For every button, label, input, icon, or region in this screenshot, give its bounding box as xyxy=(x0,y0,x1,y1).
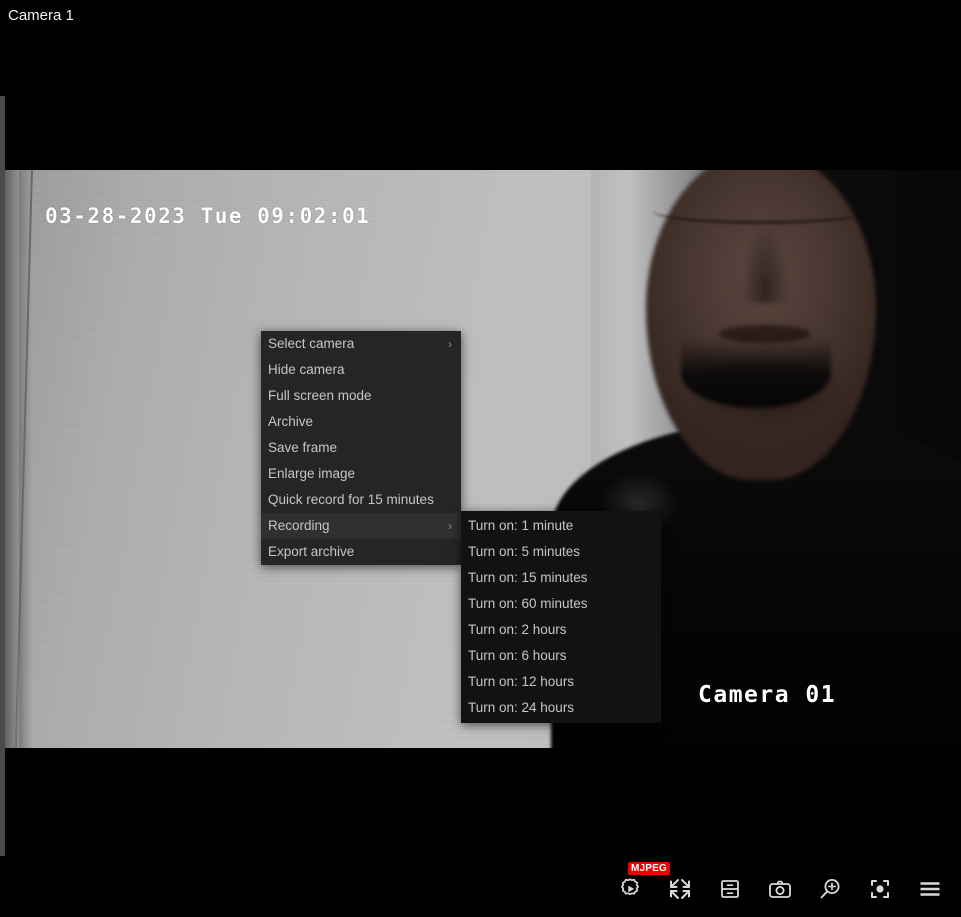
context-menu-item-label: Full screen mode xyxy=(268,388,372,403)
context-menu-item-label: Select camera xyxy=(268,336,355,351)
context-menu-item-recording[interactable]: Recording › xyxy=(261,513,461,539)
menu-button[interactable] xyxy=(915,874,945,904)
wall-jamb-band xyxy=(19,170,33,748)
subject-nose-shadow xyxy=(741,225,789,303)
stream-settings-button[interactable]: MJPEG xyxy=(615,861,671,904)
context-menu-item-hide-camera[interactable]: Hide camera xyxy=(261,357,461,383)
recording-submenu-item-6-hours[interactable]: Turn on: 6 hours xyxy=(461,643,661,669)
expand-arrows-icon xyxy=(670,878,690,899)
bottom-toolbar: MJPEG xyxy=(0,860,961,917)
page-title: Camera 1 xyxy=(0,0,961,32)
context-menu-item-label: Export archive xyxy=(268,544,355,559)
context-menu-item-full-screen-mode[interactable]: Full screen mode xyxy=(261,383,461,409)
context-menu-item-label: Recording xyxy=(268,518,330,533)
subject-collar xyxy=(681,338,831,408)
zoom-in-button[interactable] xyxy=(815,874,845,904)
recording-submenu-item-12-hours[interactable]: Turn on: 12 hours xyxy=(461,669,661,695)
context-menu[interactable]: Select camera › Hide camera Full screen … xyxy=(261,331,461,565)
recording-submenu[interactable]: Turn on: 1 minute Turn on: 5 minutes Tur… xyxy=(461,511,661,723)
chevron-right-icon: › xyxy=(448,519,452,533)
recording-submenu-item-60-minutes[interactable]: Turn on: 60 minutes xyxy=(461,591,661,617)
context-menu-item-label: Quick record for 15 minutes xyxy=(268,492,434,507)
video-timestamp-overlay: 03-28-2023 Tue 09:02:01 xyxy=(45,204,371,228)
context-menu-item-select-camera[interactable]: Select camera › xyxy=(261,331,461,357)
context-menu-item-archive[interactable]: Archive xyxy=(261,409,461,435)
stream-format-badge: MJPEG xyxy=(628,861,671,875)
context-menu-item-quick-record[interactable]: Quick record for 15 minutes xyxy=(261,487,461,513)
recording-submenu-item-1-minute[interactable]: Turn on: 1 minute xyxy=(461,513,661,539)
recording-submenu-item-24-hours[interactable]: Turn on: 24 hours xyxy=(461,695,661,721)
hamburger-icon xyxy=(920,881,940,896)
recording-submenu-item-2-hours[interactable]: Turn on: 2 hours xyxy=(461,617,661,643)
video-camera-label-overlay: Camera 01 xyxy=(698,682,837,708)
fullscreen-button[interactable] xyxy=(665,874,695,904)
focus-target-icon xyxy=(871,879,889,898)
context-menu-item-label: Enlarge image xyxy=(268,466,356,481)
context-menu-item-save-frame[interactable]: Save frame xyxy=(261,435,461,461)
context-menu-item-label: Hide camera xyxy=(268,362,345,377)
camera-icon xyxy=(769,880,791,898)
left-scrollbar-track[interactable] xyxy=(0,0,5,917)
recording-submenu-item-15-minutes[interactable]: Turn on: 15 minutes xyxy=(461,565,661,591)
gear-play-icon xyxy=(621,877,639,895)
archive-button[interactable] xyxy=(715,874,745,904)
context-menu-item-label: Save frame xyxy=(268,440,338,455)
snapshot-button[interactable] xyxy=(765,874,795,904)
camera-viewer-app: Camera 1 03-28-2023 Tue 09:02:01 Camera … xyxy=(0,0,961,917)
recording-submenu-item-5-minutes[interactable]: Turn on: 5 minutes xyxy=(461,539,661,565)
context-menu-item-export-archive[interactable]: Export archive xyxy=(261,539,461,565)
context-menu-item-label: Archive xyxy=(268,414,314,429)
focus-button[interactable] xyxy=(865,874,895,904)
context-menu-item-enlarge-image[interactable]: Enlarge image xyxy=(261,461,461,487)
archive-drawer-icon xyxy=(721,879,739,898)
chevron-right-icon: › xyxy=(448,337,452,351)
subject-glasses xyxy=(653,198,869,224)
magnifier-plus-icon xyxy=(820,878,840,898)
left-scrollbar-thumb[interactable] xyxy=(0,96,5,856)
